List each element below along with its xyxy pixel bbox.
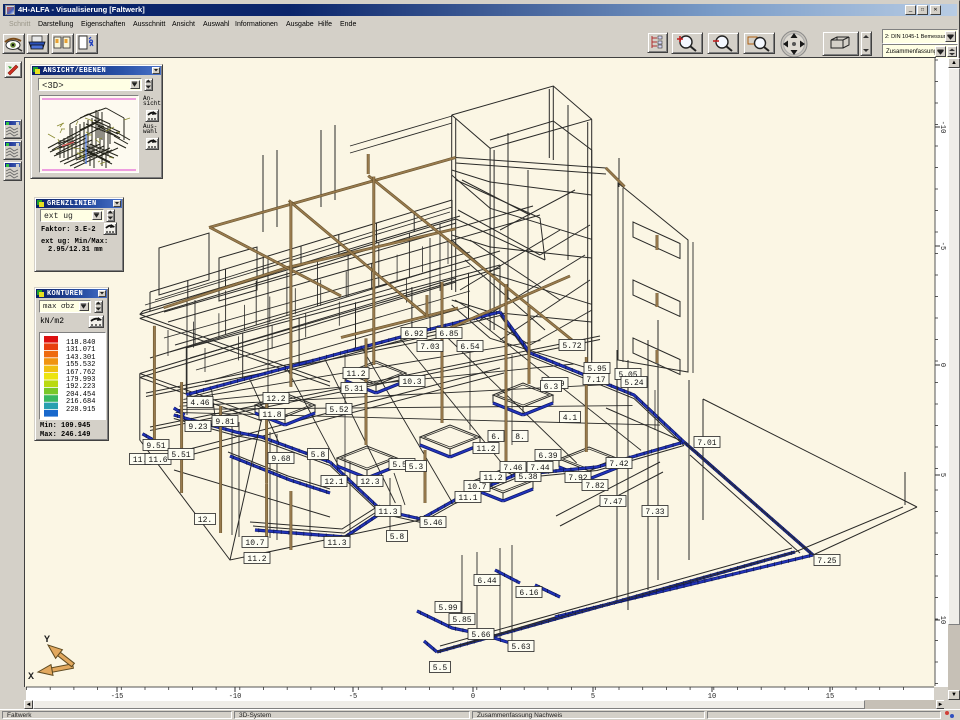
- svg-text:7.47: 7.47: [603, 498, 622, 507]
- svg-text:10.7: 10.7: [467, 483, 486, 492]
- svg-text:7.44: 7.44: [530, 464, 549, 473]
- svg-text:X: X: [28, 672, 34, 683]
- svg-text:5.24: 5.24: [624, 379, 643, 388]
- svg-text:9.81: 9.81: [215, 418, 234, 427]
- svg-text:4.1: 4.1: [563, 414, 578, 423]
- svg-text:4.46: 4.46: [190, 399, 209, 408]
- svg-text:5.85: 5.85: [452, 616, 471, 625]
- svg-text:7.17: 7.17: [586, 376, 605, 385]
- svg-text:11.2: 11.2: [247, 555, 266, 564]
- svg-text:7.25: 7.25: [817, 557, 836, 566]
- svg-text:-5: -5: [938, 242, 946, 250]
- svg-text:7.46: 7.46: [503, 464, 522, 473]
- svg-text:12.: 12.: [198, 516, 212, 525]
- svg-text:5.8: 5.8: [311, 451, 326, 460]
- svg-text:6.: 6.: [491, 433, 501, 442]
- svg-text:11.2: 11.2: [346, 370, 365, 379]
- svg-text:5.66: 5.66: [471, 631, 490, 640]
- svg-text:11.2: 11.2: [476, 445, 495, 454]
- svg-text:12.3: 12.3: [360, 478, 379, 487]
- svg-text:5.52: 5.52: [329, 406, 348, 415]
- svg-text:11.3: 11.3: [378, 508, 397, 517]
- svg-text:9.23: 9.23: [188, 423, 207, 432]
- svg-text:10: 10: [938, 616, 946, 624]
- svg-text:11.8: 11.8: [262, 411, 281, 420]
- svg-text:10.3: 10.3: [402, 378, 421, 387]
- svg-text:11.1: 11.1: [458, 494, 477, 503]
- svg-text:5.51: 5.51: [171, 451, 190, 460]
- svg-text:10.7: 10.7: [245, 539, 264, 548]
- svg-text:6.44: 6.44: [477, 577, 496, 586]
- svg-text:5.8: 5.8: [390, 533, 405, 542]
- svg-text:5.3: 5.3: [409, 463, 424, 472]
- svg-text:-10: -10: [938, 121, 946, 134]
- svg-text:5: 5: [938, 473, 946, 477]
- svg-text:5.95: 5.95: [587, 365, 606, 374]
- svg-text:11.6: 11.6: [148, 456, 167, 465]
- svg-text:5.63: 5.63: [511, 643, 530, 652]
- svg-text:7.33: 7.33: [645, 508, 664, 517]
- svg-text:11.3: 11.3: [327, 539, 346, 548]
- svg-text:Y: Y: [44, 635, 50, 646]
- svg-text:5.72: 5.72: [562, 342, 581, 351]
- svg-text:9.68: 9.68: [271, 455, 290, 464]
- svg-text:5.46: 5.46: [423, 519, 442, 528]
- svg-text:7.42: 7.42: [609, 460, 628, 469]
- svg-text:7.01: 7.01: [697, 439, 716, 448]
- svg-text:0: 0: [938, 363, 946, 367]
- svg-text:5.5: 5.5: [433, 664, 448, 673]
- svg-text:6.39: 6.39: [538, 452, 557, 461]
- svg-text:5.38: 5.38: [518, 473, 537, 482]
- svg-text:6.85: 6.85: [439, 330, 458, 339]
- svg-text:7.82: 7.82: [585, 482, 604, 491]
- svg-text:5.31: 5.31: [344, 385, 363, 394]
- svg-text:6.16: 6.16: [519, 589, 538, 598]
- svg-text:7.03: 7.03: [420, 343, 439, 352]
- svg-text:6.92: 6.92: [404, 330, 423, 339]
- svg-text:12.2: 12.2: [266, 395, 285, 404]
- svg-text:5.99: 5.99: [438, 604, 457, 613]
- svg-text:11.2: 11.2: [483, 474, 502, 483]
- svg-text:9.51: 9.51: [146, 442, 165, 451]
- svg-text:8.: 8.: [515, 433, 525, 442]
- svg-text:6.3: 6.3: [544, 383, 559, 392]
- svg-text:6.54: 6.54: [460, 343, 479, 352]
- svg-text:12.1: 12.1: [324, 478, 343, 487]
